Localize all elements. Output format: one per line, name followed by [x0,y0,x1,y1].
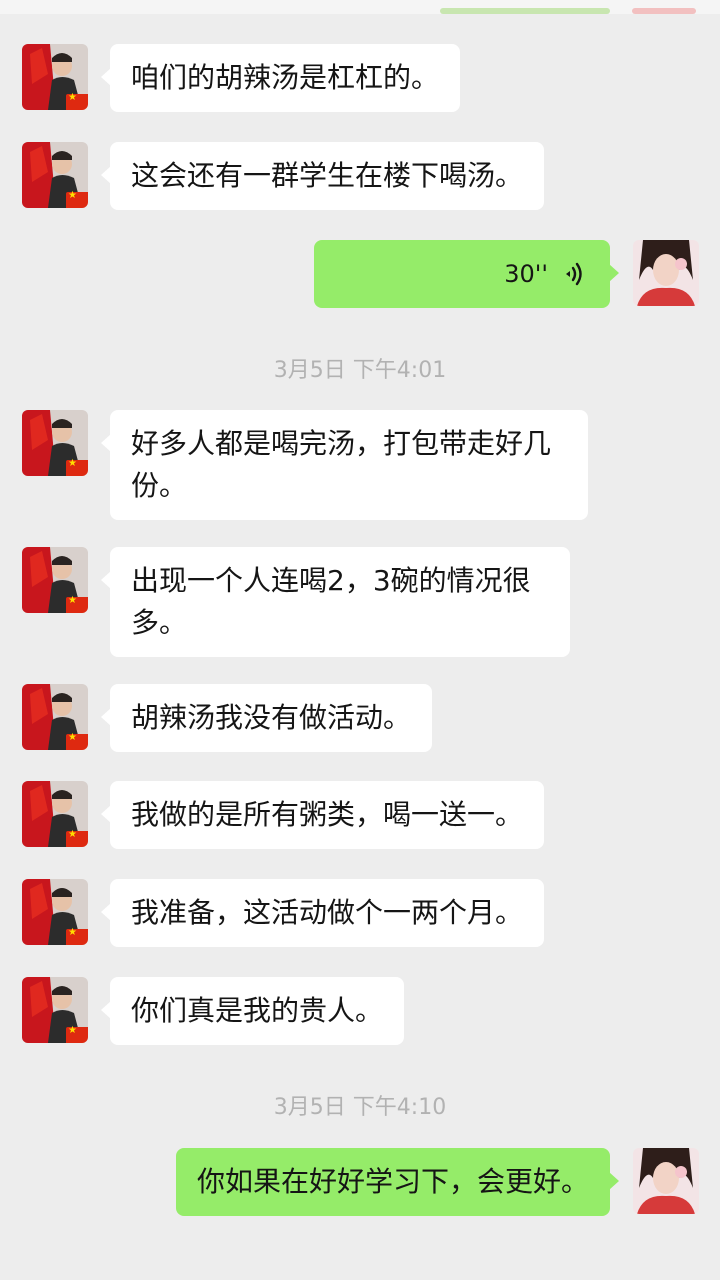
voice-duration: 30'' [504,260,548,288]
flag-badge-icon [66,458,88,476]
message-bubble[interactable]: 胡辣汤我没有做活动。 [100,684,433,752]
voice-message-bubble[interactable]: 30'' [314,240,619,308]
message-bubble[interactable]: 我准备，这活动做个一两个月。 [100,879,545,947]
message-bubble[interactable]: 咱们的胡辣汤是杠杠的。 [100,44,461,112]
flag-badge-icon [66,829,88,847]
contact-avatar[interactable] [22,44,88,110]
message-bubble[interactable]: 这会还有一群学生在楼下喝汤。 [100,142,545,210]
partial-bubble [440,8,610,14]
contact-avatar[interactable] [22,879,88,945]
flag-badge-icon [66,92,88,110]
contact-avatar[interactable] [22,410,88,476]
voice-wave-icon [564,261,584,287]
flag-badge-icon [66,927,88,945]
timestamp: 3月5日 下午4:01 [273,358,447,383]
contact-avatar[interactable] [22,547,88,613]
message-bubble[interactable]: 好多人都是喝完汤，打包带走好几份。 [101,410,588,520]
timestamp: 3月5日 下午4:10 [273,1095,447,1120]
partial-avatar [632,8,696,14]
flag-badge-icon [66,732,88,750]
chat-window: 咱们的胡辣汤是杠杠的。 这会还有一群学生在楼下喝汤。 30'' [0,0,720,1280]
contact-avatar[interactable] [22,781,88,847]
message-bubble[interactable]: 你如果在好好学习下，会更好。 [175,1148,620,1216]
contact-avatar[interactable] [22,977,88,1043]
my-avatar[interactable] [633,1148,699,1214]
flag-badge-icon [66,595,88,613]
contact-avatar[interactable] [22,684,88,750]
message-bubble[interactable]: 你们真是我的贵人。 [100,977,405,1045]
message-bubble[interactable]: 我做的是所有粥类，喝一送一。 [100,781,545,849]
top-partial-message [0,0,720,14]
message-bubble[interactable]: 出现一个人连喝2，3碗的情况很多。 [101,547,570,657]
contact-avatar[interactable] [22,142,88,208]
flag-badge-icon [66,1025,88,1043]
flag-badge-icon [66,190,88,208]
my-avatar[interactable] [633,240,699,306]
